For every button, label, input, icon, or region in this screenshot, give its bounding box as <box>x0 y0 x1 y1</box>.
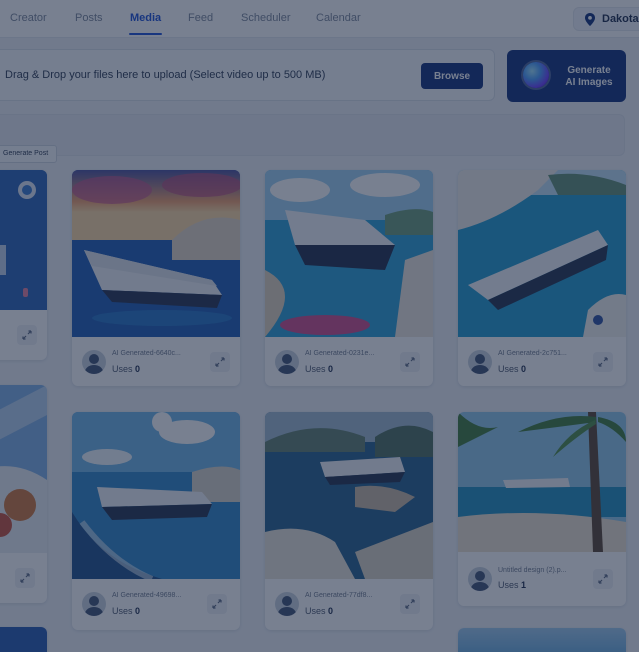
expand-icon <box>212 599 222 609</box>
upload-instruction: Drag & Drop your files here to upload (S… <box>5 69 326 81</box>
media-thumbnail <box>0 627 47 652</box>
media-file-name: AI Generated-49698... <box>112 592 182 599</box>
media-thumbnail <box>458 170 626 337</box>
media-thumbnail <box>265 170 433 337</box>
tab-media[interactable]: Media <box>128 12 163 35</box>
media-card-1[interactable]: AI Generated-6640c... Uses 0 <box>72 170 240 386</box>
media-card-3[interactable]: AI Generated-2c751... Uses 0 <box>458 170 626 386</box>
location-selector[interactable]: Dakota I <box>573 7 639 31</box>
media-file-name: AI Generated-77df8... <box>305 592 373 599</box>
generate-ai-label-line2: AI Images <box>565 77 613 88</box>
expand-button[interactable] <box>207 594 227 614</box>
media-uses-count: Uses 1 <box>498 580 527 590</box>
expand-icon <box>20 573 30 583</box>
media-thumbnail <box>0 170 47 310</box>
avatar <box>468 350 492 374</box>
tab-creator[interactable]: Creator <box>10 12 47 24</box>
tab-scheduler[interactable]: Scheduler <box>241 12 291 24</box>
media-uses-count: Uses 0 <box>112 606 141 616</box>
media-thumbnail <box>265 412 433 579</box>
media-uses-count: Uses 0 <box>112 364 141 374</box>
expand-icon <box>215 357 225 367</box>
avatar <box>82 592 106 616</box>
expand-button[interactable] <box>593 352 613 372</box>
avatar <box>82 350 106 374</box>
media-card-4[interactable]: AI Generated-49698... Uses 0 <box>72 412 240 630</box>
expand-icon <box>405 599 415 609</box>
expand-button[interactable] <box>15 568 35 588</box>
avatar <box>468 567 492 591</box>
expand-button[interactable] <box>400 594 420 614</box>
tab-posts[interactable]: Posts <box>75 12 103 24</box>
top-navigation: Creator Posts Media Feed Scheduler Calen… <box>0 0 639 38</box>
expand-button[interactable] <box>210 352 230 372</box>
media-card-6[interactable]: Untitled design (2).p... Uses 1 <box>458 412 626 606</box>
tab-feed[interactable]: Feed <box>188 12 213 24</box>
tab-calendar[interactable]: Calendar <box>316 12 361 24</box>
media-card-partial-3[interactable] <box>0 627 47 652</box>
generate-ai-label-line1: Generate <box>567 65 611 76</box>
media-card-5[interactable]: AI Generated-77df8... Uses 0 <box>265 412 433 630</box>
media-thumbnail <box>72 412 240 579</box>
media-uses-count: Uses 0 <box>305 364 334 374</box>
ai-orb-icon <box>523 62 549 88</box>
expand-icon <box>598 357 608 367</box>
upload-dropzone[interactable]: Drag & Drop your files here to upload (S… <box>0 49 495 101</box>
filter-bar[interactable] <box>0 114 625 156</box>
media-uses-count: Uses 0 <box>305 606 334 616</box>
media-card-partial[interactable] <box>0 170 47 360</box>
media-file-name: AI Generated-0231e... <box>305 350 375 357</box>
avatar <box>275 592 299 616</box>
map-pin-icon <box>584 13 596 26</box>
media-card-2[interactable]: AI Generated-0231e... Uses 0 <box>265 170 433 386</box>
media-thumbnail <box>458 628 626 652</box>
media-file-name: Untitled design (2).p... <box>498 567 567 574</box>
generate-ai-images-button[interactable]: Generate AI Images <box>507 50 626 102</box>
media-card-7-partial[interactable] <box>458 628 626 652</box>
expand-button[interactable] <box>593 569 613 589</box>
expand-button[interactable] <box>400 352 420 372</box>
location-name: Dakota I <box>602 13 639 25</box>
expand-icon <box>405 357 415 367</box>
browse-button[interactable]: Browse <box>421 63 483 89</box>
expand-icon <box>598 574 608 584</box>
avatar <box>275 350 299 374</box>
media-card-partial-2[interactable] <box>0 385 47 603</box>
media-file-name: AI Generated-2c751... <box>498 350 567 357</box>
media-thumbnail <box>72 170 240 337</box>
generate-post-tooltip: Generate Post <box>0 145 58 163</box>
media-uses-count: Uses 0 <box>498 364 527 374</box>
media-thumbnail <box>0 385 47 553</box>
media-file-name: AI Generated-6640c... <box>112 350 181 357</box>
expand-button[interactable] <box>17 325 37 345</box>
media-thumbnail <box>458 412 626 552</box>
expand-icon <box>22 330 32 340</box>
